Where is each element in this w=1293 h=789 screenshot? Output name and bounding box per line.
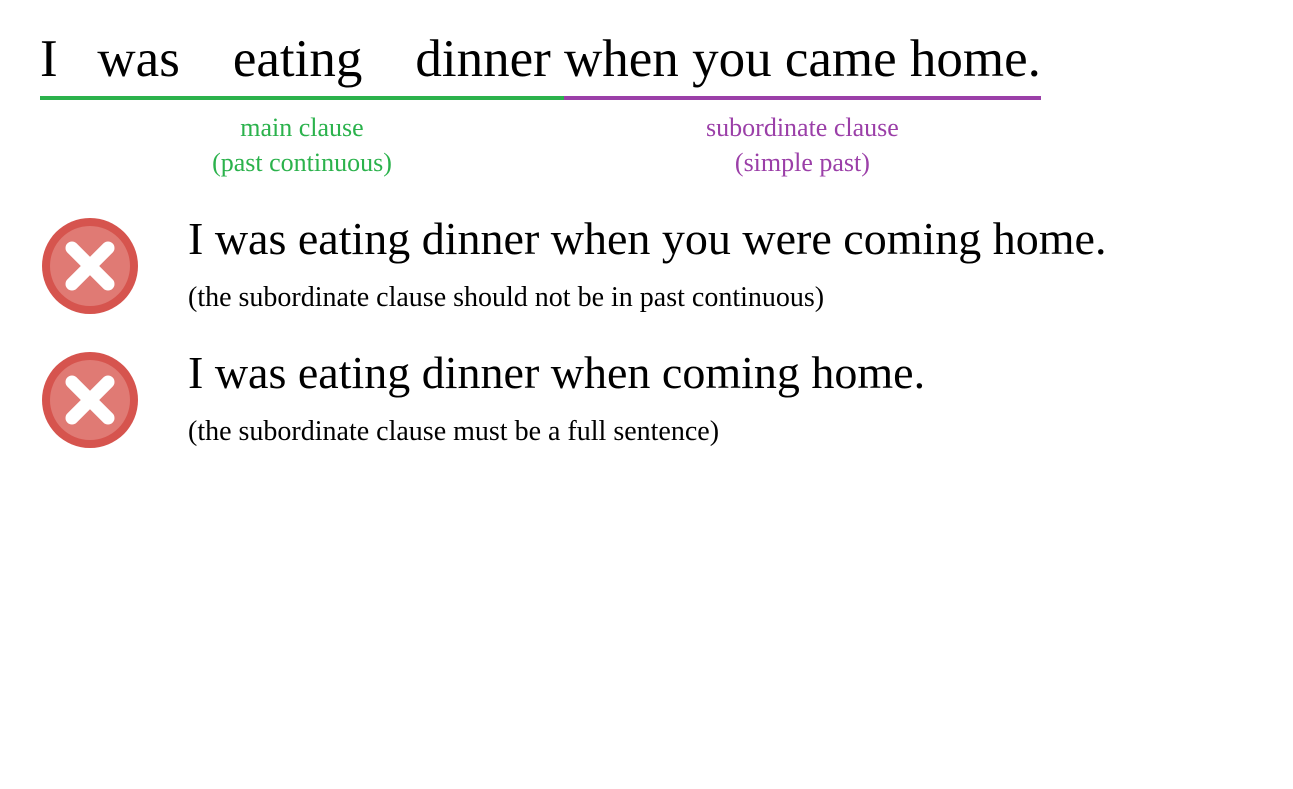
example-sentence: I was eating dinner when you were coming… [188, 210, 1208, 268]
example-sentence: I was eating dinner when coming home. [188, 344, 1208, 402]
word-was: was [97, 30, 179, 88]
main-clause-text: I was eating dinner [40, 30, 564, 88]
word-came: came [785, 30, 897, 88]
subordinate-clause-underline [564, 96, 1041, 100]
gap [897, 30, 910, 88]
subordinate-clause-label-2: (simple past) [735, 148, 870, 177]
word-home: home. [910, 30, 1041, 88]
subordinate-clause-block: when you came home. subordinate clause (… [564, 30, 1041, 180]
main-clause-underline [40, 96, 564, 100]
subordinate-clause-label-1: subordinate clause [706, 113, 899, 142]
word-when: when [564, 30, 679, 88]
example-row: I was eating dinner when you were coming… [40, 210, 1263, 316]
error-examples: I was eating dinner when you were coming… [40, 210, 1263, 450]
main-clause-block: I was eating dinner main clause (past co… [40, 30, 564, 180]
subordinate-clause-label: subordinate clause (simple past) [564, 110, 1041, 180]
main-clause-label-1: main clause [240, 113, 363, 142]
example-note: (the subordinate clause should not be in… [188, 282, 1263, 314]
example-text-block: I was eating dinner when you were coming… [188, 210, 1263, 314]
word-you: you [692, 30, 772, 88]
annotated-sentence: I was eating dinner main clause (past co… [40, 30, 1263, 180]
example-note: (the subordinate clause must be a full s… [188, 416, 1263, 448]
word-dinner: dinner [415, 30, 550, 88]
gap [772, 30, 785, 88]
gap [362, 30, 415, 88]
incorrect-icon [40, 216, 140, 316]
incorrect-icon [40, 350, 140, 450]
word-i: I [40, 30, 58, 88]
gap [180, 30, 233, 88]
example-text-block: I was eating dinner when coming home. (t… [188, 344, 1263, 448]
main-clause-label: main clause (past continuous) [40, 110, 564, 180]
main-clause-label-2: (past continuous) [212, 148, 392, 177]
gap [551, 30, 564, 88]
word-eating: eating [233, 30, 363, 88]
gap [58, 30, 98, 88]
example-row: I was eating dinner when coming home. (t… [40, 344, 1263, 450]
subordinate-clause-text: when you came home. [564, 30, 1041, 88]
gap [679, 30, 692, 88]
